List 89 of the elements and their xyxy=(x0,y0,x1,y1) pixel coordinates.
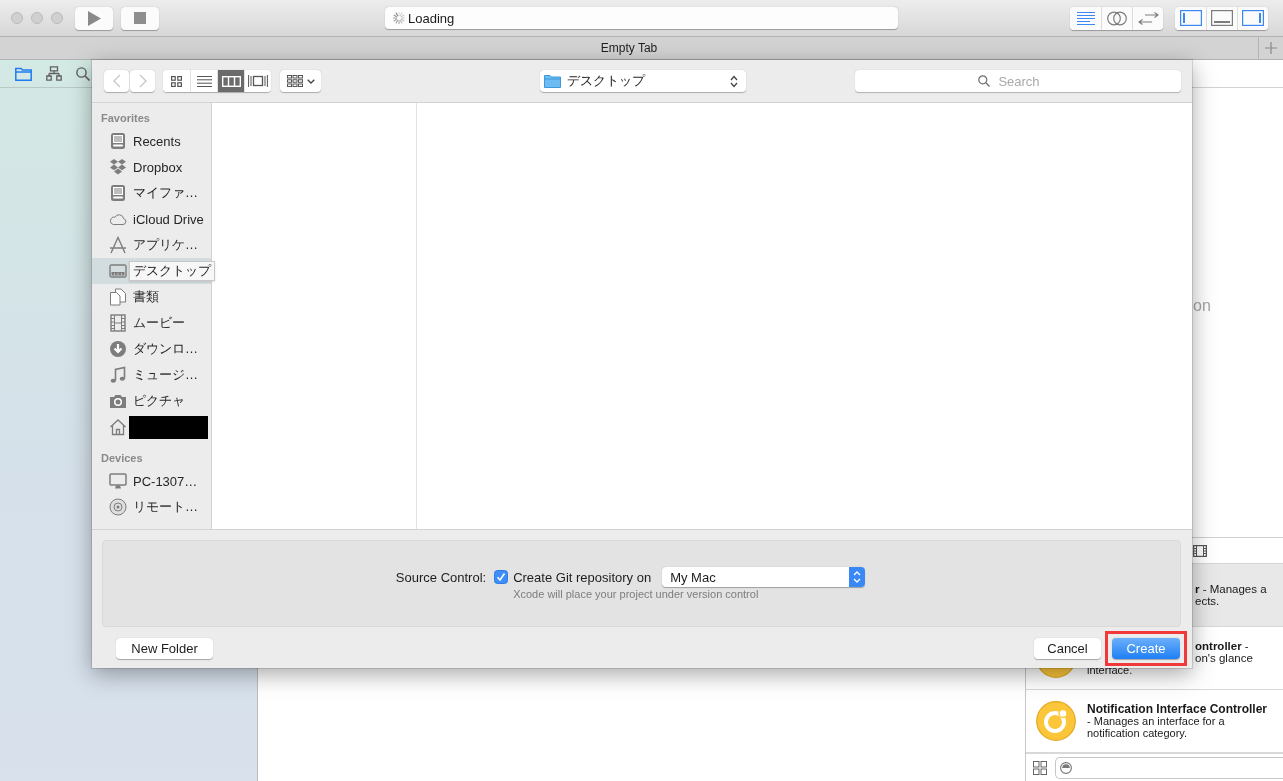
sidebar-item[interactable]: アプリケ… xyxy=(92,232,211,258)
editor-mode-button[interactable] xyxy=(1101,6,1132,30)
columns-icon xyxy=(221,75,241,87)
overlapping-circles-icon xyxy=(1107,10,1127,26)
sidebar-item[interactable]: ムービー xyxy=(92,310,211,336)
stop-button[interactable] xyxy=(121,6,159,30)
up-down-chevron-icon xyxy=(729,74,738,88)
list-icon xyxy=(196,75,212,87)
sidebar-item[interactable]: ミュージ… xyxy=(92,362,211,388)
ring-badge-icon xyxy=(1036,701,1076,741)
item-description: - Manages an interface for a notification category. xyxy=(1087,715,1226,739)
music-note-icon xyxy=(109,366,127,384)
item-description-line: r - Manages a xyxy=(1195,583,1268,595)
item-description-line: ects. xyxy=(1195,595,1221,607)
cancel-button[interactable]: Cancel xyxy=(1034,638,1101,659)
item-description: interface. xyxy=(1087,664,1134,676)
monitor-icon xyxy=(109,472,127,490)
four-squares-icon xyxy=(171,75,182,87)
sidebar-item[interactable]: マイファ… xyxy=(92,180,211,206)
search-icon xyxy=(978,75,990,87)
item-description-line: on's glance xyxy=(1195,652,1254,664)
filter-icon xyxy=(1060,761,1072,774)
sidebar-section-header: Devices xyxy=(100,451,144,466)
run-button[interactable] xyxy=(75,6,113,30)
view-mode-button[interactable] xyxy=(163,70,190,92)
editor-mode-button[interactable] xyxy=(1070,6,1101,30)
view-mode-button[interactable] xyxy=(190,70,217,92)
search-field[interactable]: Search xyxy=(855,70,1181,92)
grid-icon xyxy=(286,75,303,87)
camera-icon xyxy=(109,392,127,410)
film-strip-icon xyxy=(109,314,127,332)
location-popup[interactable]: デスクトップ xyxy=(539,70,746,92)
repository-popup[interactable]: My Mac xyxy=(662,567,866,587)
sidebar-item[interactable]: リモート… xyxy=(92,494,211,520)
chevron-left-icon xyxy=(112,74,121,88)
a-shape-icon xyxy=(109,236,127,254)
stop-icon xyxy=(134,12,146,24)
panel-toggle-button[interactable] xyxy=(1175,6,1206,30)
view-mode-button[interactable] xyxy=(217,70,244,92)
sidebar-item[interactable]: 書類 xyxy=(92,284,211,310)
view-mode-button[interactable] xyxy=(244,70,271,92)
bottom-panel-icon xyxy=(1211,10,1233,26)
left-panel-icon xyxy=(1179,10,1202,26)
four-squares-icon[interactable] xyxy=(1033,760,1047,775)
tray-icon xyxy=(109,132,127,150)
panel-toggle-button[interactable] xyxy=(1237,6,1268,30)
checkbox-label: Create Git repository on xyxy=(513,569,652,585)
house-icon xyxy=(109,418,127,436)
status-text: Loading xyxy=(408,10,455,26)
swap-arrows-icon xyxy=(1137,11,1159,25)
sidebar-section-header: Favorites xyxy=(100,111,151,126)
screen-icon xyxy=(109,262,127,280)
disc-icon xyxy=(109,498,127,516)
item-title: Notification Interface Controller xyxy=(1087,703,1269,715)
sidebar-item[interactable]: Recents xyxy=(92,128,211,154)
film-icon[interactable] xyxy=(1193,544,1207,557)
sidebar-item[interactable]: ピクチャ xyxy=(92,388,211,414)
field-label: Source Control: xyxy=(395,569,487,585)
new-folder-button[interactable]: New Folder xyxy=(116,638,213,659)
tray-icon xyxy=(109,184,127,202)
checkbox[interactable] xyxy=(494,570,509,584)
documents-icon xyxy=(109,288,127,306)
editor-mode-button[interactable] xyxy=(1132,6,1163,30)
sidebar-item[interactable]: ダウンロ… xyxy=(92,336,211,362)
spinner-icon xyxy=(393,12,405,24)
folder-icon xyxy=(543,74,561,88)
hierarchy-icon[interactable] xyxy=(46,66,62,81)
hint-text: Xcode will place your project under version control xyxy=(512,588,760,600)
chevron-down-icon xyxy=(306,78,315,84)
plus-icon xyxy=(1265,42,1277,54)
filter-field[interactable] xyxy=(1055,756,1283,779)
sidebar-item[interactable]: iCloud Drive xyxy=(92,206,211,232)
chevron-right-icon xyxy=(138,74,147,88)
download-icon xyxy=(109,340,127,358)
expanded-label-tooltip: デスクトップ xyxy=(129,261,215,281)
sidebar-item[interactable]: Dropbox xyxy=(92,154,211,180)
sidebar-item[interactable]: PC-1307… xyxy=(92,468,211,494)
right-panel-icon xyxy=(1242,10,1264,26)
panel-toggle-button[interactable] xyxy=(1206,6,1237,30)
play-icon xyxy=(87,10,101,26)
text-lines-icon xyxy=(1076,11,1095,25)
stepper-icon xyxy=(849,567,866,587)
inspector-message: on xyxy=(1193,296,1211,315)
search-icon[interactable] xyxy=(76,66,90,81)
dropbox-icon xyxy=(109,158,127,176)
arrange-button[interactable] xyxy=(280,70,321,92)
folder-icon[interactable] xyxy=(15,66,32,81)
cover-flow-icon xyxy=(248,75,268,87)
item-description-line: ontroller - xyxy=(1195,640,1250,652)
